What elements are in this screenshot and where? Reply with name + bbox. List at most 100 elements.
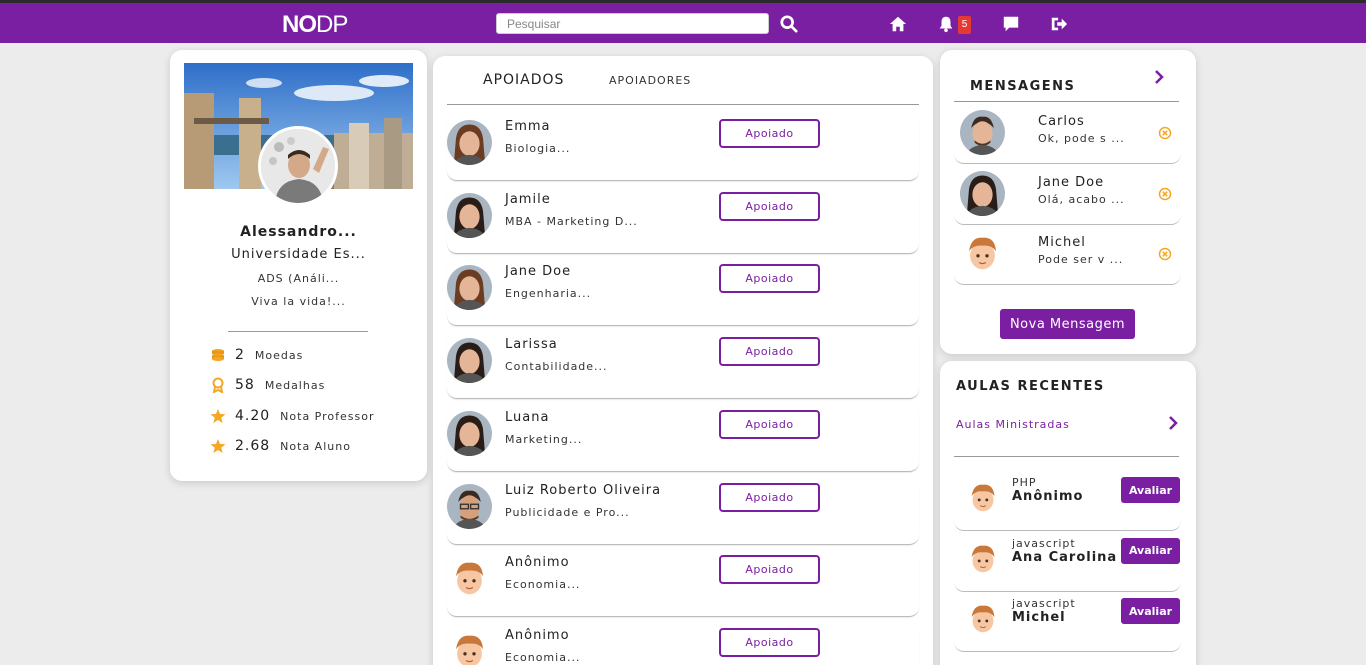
search-icon[interactable] <box>780 15 798 33</box>
notification-badge[interactable]: 5 <box>958 16 971 34</box>
search-input[interactable] <box>496 13 769 34</box>
profile-name: Alessandro... <box>240 224 357 240</box>
supported-toggle-button[interactable]: Apoiado <box>719 409 820 439</box>
supported-toggle-button[interactable]: Apoiado <box>719 191 820 221</box>
class-subject: PHP <box>1012 476 1037 489</box>
top-navbar: NODP 5 <box>0 0 1366 43</box>
rate-button[interactable]: Avaliar <box>1121 537 1180 564</box>
logo[interactable]: NODP <box>282 11 348 39</box>
divider <box>228 331 368 332</box>
supported-name[interactable]: Jamile <box>505 192 551 207</box>
message-sender: Jane Doe <box>1038 174 1105 190</box>
supported-name[interactable]: Anônimo <box>505 555 570 570</box>
close-circle-icon[interactable] <box>1158 126 1172 140</box>
supported-row: Anônimo Economia... Apoiado <box>447 627 919 665</box>
class-row: javascript Ana Carolina Avaliar <box>954 534 1181 592</box>
rate-button[interactable]: Avaliar <box>1121 598 1180 624</box>
supported-name[interactable]: Luiz Roberto Oliveira <box>505 483 661 498</box>
supported-toggle-button[interactable]: Apoiado <box>719 555 820 585</box>
tab-apoiados[interactable]: APOIADOS <box>483 72 564 88</box>
supported-course: MBA - Marketing D... <box>505 214 638 228</box>
profile-university: Universidade Es... <box>231 247 366 262</box>
classes-title: AULAS RECENTES <box>956 379 1105 394</box>
class-teacher: Ana Carolina <box>1012 549 1118 565</box>
class-subject: javascript <box>1012 536 1076 550</box>
avatar[interactable] <box>447 628 492 665</box>
chat-icon[interactable] <box>1002 15 1020 33</box>
message-sender: Carlos <box>1038 114 1085 129</box>
avatar[interactable] <box>447 120 492 165</box>
avatar <box>960 110 1005 155</box>
supported-toggle-button[interactable]: Apoiado <box>719 119 820 148</box>
profile-bio: Viva la vida!... <box>251 295 346 308</box>
supported-name[interactable]: Larissa <box>505 337 558 352</box>
message-preview: Olá, acabo ... <box>1038 192 1125 206</box>
class-row: javascript Michel Avaliar <box>954 594 1181 652</box>
teacher-rating-value: 4.20 <box>235 408 271 424</box>
class-row: PHP Anônimo Avaliar <box>954 473 1181 531</box>
avatar <box>960 170 1005 216</box>
stat-teacher-rating: 4.20 Nota Professor <box>210 406 375 426</box>
message-row[interactable]: Carlos Ok, pode s ... <box>954 106 1181 164</box>
coins-icon <box>212 349 224 361</box>
new-message-button[interactable]: Nova Mensagem <box>1000 309 1135 339</box>
avatar[interactable] <box>447 556 492 602</box>
avatar[interactable] <box>447 410 492 456</box>
tab-apoiadores[interactable]: APOIADORES <box>609 74 691 87</box>
stat-medals: 58 Medalhas <box>210 375 325 395</box>
supported-row: Jane Doe Engenharia... Apoiado <box>447 264 919 327</box>
medals-label: Medalhas <box>264 378 326 392</box>
student-rating-value: 2.68 <box>235 438 271 454</box>
close-circle-icon[interactable] <box>1158 247 1172 261</box>
supported-name[interactable]: Luana <box>505 410 549 425</box>
bell-icon[interactable] <box>937 15 955 33</box>
avatar <box>964 539 1002 578</box>
medal-icon <box>212 377 224 393</box>
avatar <box>960 231 1005 276</box>
star-icon <box>210 439 226 453</box>
class-teacher: Anônimo <box>1012 489 1084 504</box>
taught-classes-link[interactable]: Aulas Ministradas <box>956 418 1070 431</box>
avatar[interactable] <box>447 192 492 238</box>
message-row[interactable]: Jane Doe Olá, acabo ... <box>954 167 1181 225</box>
avatar[interactable] <box>447 265 492 311</box>
chevron-right-icon[interactable] <box>1153 70 1165 84</box>
recent-classes-card: AULAS RECENTES Aulas Ministradas PHP Anô… <box>940 361 1196 665</box>
supported-course: Economia... <box>505 650 581 664</box>
avatar[interactable] <box>447 483 492 529</box>
logout-icon[interactable] <box>1050 15 1068 33</box>
close-circle-icon[interactable] <box>1158 187 1172 201</box>
message-row[interactable]: Michel Pode ser v ... <box>954 227 1181 285</box>
home-icon[interactable] <box>889 15 907 33</box>
supported-card: APOIADOS APOIADORES Emma Biologia... Apo… <box>433 56 933 665</box>
profile-card: Alessandro... Universidade Es... ADS (An… <box>170 50 427 481</box>
supported-course: Marketing... <box>505 432 583 446</box>
avatar[interactable] <box>447 338 492 384</box>
supported-course: Publicidade e Pro... <box>505 505 630 519</box>
coins-label: Moedas <box>254 348 304 362</box>
avatar <box>964 479 1002 517</box>
student-rating-label: Nota Aluno <box>280 439 351 453</box>
supported-toggle-button[interactable]: Apoiado <box>719 264 820 294</box>
supported-toggle-button[interactable]: Apoiado <box>719 482 820 512</box>
rate-button[interactable]: Avaliar <box>1121 477 1180 503</box>
tab-divider <box>447 104 919 105</box>
coins-value: 2 <box>235 347 245 363</box>
supported-row: Jamile MBA - Marketing D... Apoiado <box>447 191 919 254</box>
supported-toggle-button[interactable]: Apoiado <box>719 627 820 657</box>
messages-card: MENSAGENS Carlos Ok, pode s ... Jane Doe… <box>940 50 1196 354</box>
supported-row: Emma Biologia... Apoiado <box>447 119 919 181</box>
supported-row: Anônimo Economia... Apoiado <box>447 555 919 618</box>
supported-name[interactable]: Jane Doe <box>505 264 571 279</box>
supported-toggle-button[interactable]: Apoiado <box>719 337 820 367</box>
supported-name[interactable]: Anônimo <box>505 628 570 643</box>
chevron-right-icon[interactable] <box>1167 416 1179 430</box>
supported-name[interactable]: Emma <box>505 119 551 134</box>
class-subject: javascript <box>1012 597 1076 610</box>
supported-course: Contabilidade... <box>505 360 608 374</box>
star-icon <box>210 409 226 423</box>
profile-avatar[interactable] <box>258 126 338 206</box>
profile-course: ADS (Análi... <box>257 272 340 285</box>
supported-row: Luana Marketing... Apoiado <box>447 409 919 472</box>
message-preview: Pode ser v ... <box>1038 253 1124 266</box>
